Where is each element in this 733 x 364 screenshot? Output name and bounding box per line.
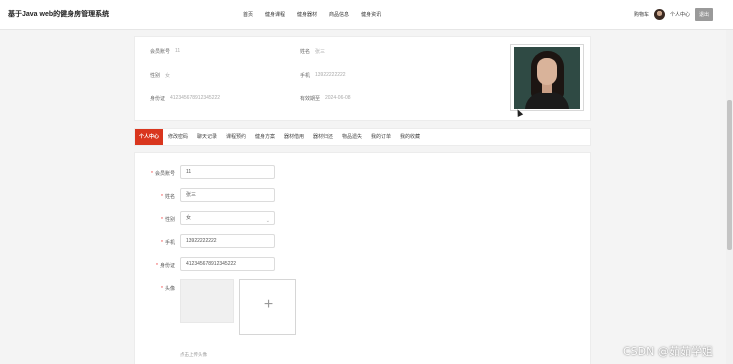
nav-news[interactable]: 健身资讯 <box>361 11 381 18</box>
info-valid-label: 有效期至 <box>300 96 321 102</box>
info-phone-label: 手机 <box>300 73 311 79</box>
gender-select-value: 女 <box>186 215 192 221</box>
member-photo <box>514 47 580 109</box>
tab-course-booking[interactable]: 课程预约 <box>226 129 246 145</box>
info-gender-label: 性别 <box>150 73 161 79</box>
info-gender-value: 女 <box>165 73 171 79</box>
tab-change-password[interactable]: 修改密码 <box>168 129 188 145</box>
plus-icon: + <box>263 296 274 313</box>
form-avatar-label: * 头像 <box>161 286 175 292</box>
info-id-value: 412345678912345222 <box>170 95 221 101</box>
form-phone-label: * 手机 <box>161 240 175 246</box>
tab-fitness-plan[interactable]: 健身方案 <box>255 129 275 145</box>
tab-equipment-borrow[interactable]: 器材借用 <box>284 129 304 145</box>
name-input[interactable]: 张三 <box>180 188 275 202</box>
member-no-input[interactable]: 11 <box>180 165 275 179</box>
tab-chat-history[interactable]: 聊天记录 <box>197 129 217 145</box>
avatar-upload-button[interactable]: + <box>239 279 296 335</box>
main-nav: 首页 健身课程 健身器材 商品信息 健身资讯 <box>243 11 381 18</box>
info-id-label: 身份证 <box>150 96 166 102</box>
upload-hint: 点击上传头像 <box>180 352 207 357</box>
profile-tabs: 个人中心 修改密码 聊天记录 课程预约 健身方案 器材借用 器材归还 物品遗失 … <box>134 128 591 146</box>
member-photo-frame <box>510 44 584 111</box>
form-id-label: * 身份证 <box>156 263 175 269</box>
tab-personal-center[interactable]: 个人中心 <box>135 129 164 145</box>
form-gender-label: * 性别 <box>161 217 175 223</box>
form-member-no-label: * 会员账号 <box>151 171 175 177</box>
info-name-value: 张三 <box>315 49 326 55</box>
site-title: 基于Java web的健身房管理系统 <box>8 11 110 18</box>
info-member-no-label: 会员账号 <box>150 49 171 55</box>
tab-lost-items[interactable]: 物品遗失 <box>342 129 362 145</box>
info-valid-value: 2024-06-08 <box>325 95 351 101</box>
phone-input[interactable]: 13922222222 <box>180 234 275 248</box>
member-info-card: 会员账号 11 姓名 张三 性别 女 手机 13922222222 身份证 41… <box>134 36 591 121</box>
header-user-area: 购物车 个人中心 退出 <box>634 8 713 21</box>
user-center-link[interactable]: 个人中心 <box>670 11 690 18</box>
tab-equipment-return[interactable]: 器材归还 <box>313 129 333 145</box>
nav-home[interactable]: 首页 <box>243 11 253 18</box>
top-header: 基于Java web的健身房管理系统 首页 健身课程 健身器材 商品信息 健身资… <box>0 0 733 30</box>
info-name-label: 姓名 <box>300 49 311 55</box>
nav-products[interactable]: 商品信息 <box>329 11 349 18</box>
nav-equipment[interactable]: 健身器材 <box>297 11 317 18</box>
info-member-no-value: 11 <box>175 48 181 54</box>
user-avatar[interactable] <box>653 9 665 20</box>
chevron-down-icon: ⌄ <box>265 218 270 224</box>
info-phone-value: 13922222222 <box>315 72 346 78</box>
gender-select[interactable]: 女 ⌄ <box>180 211 275 225</box>
scrollbar-thumb[interactable] <box>727 100 732 250</box>
form-name-label: * 姓名 <box>161 194 175 200</box>
cart-link[interactable]: 购物车 <box>634 11 649 18</box>
nav-fitness-courses[interactable]: 健身课程 <box>265 11 285 18</box>
watermark: CSDN @茹茹学姐 <box>623 345 713 358</box>
tab-my-favorites[interactable]: 我的收藏 <box>400 129 420 145</box>
avatar-preview <box>180 279 234 323</box>
id-input[interactable]: 412345678912345222 <box>180 257 275 271</box>
tab-my-orders[interactable]: 我的订单 <box>371 129 391 145</box>
logout-button[interactable]: 退出 <box>694 8 713 21</box>
